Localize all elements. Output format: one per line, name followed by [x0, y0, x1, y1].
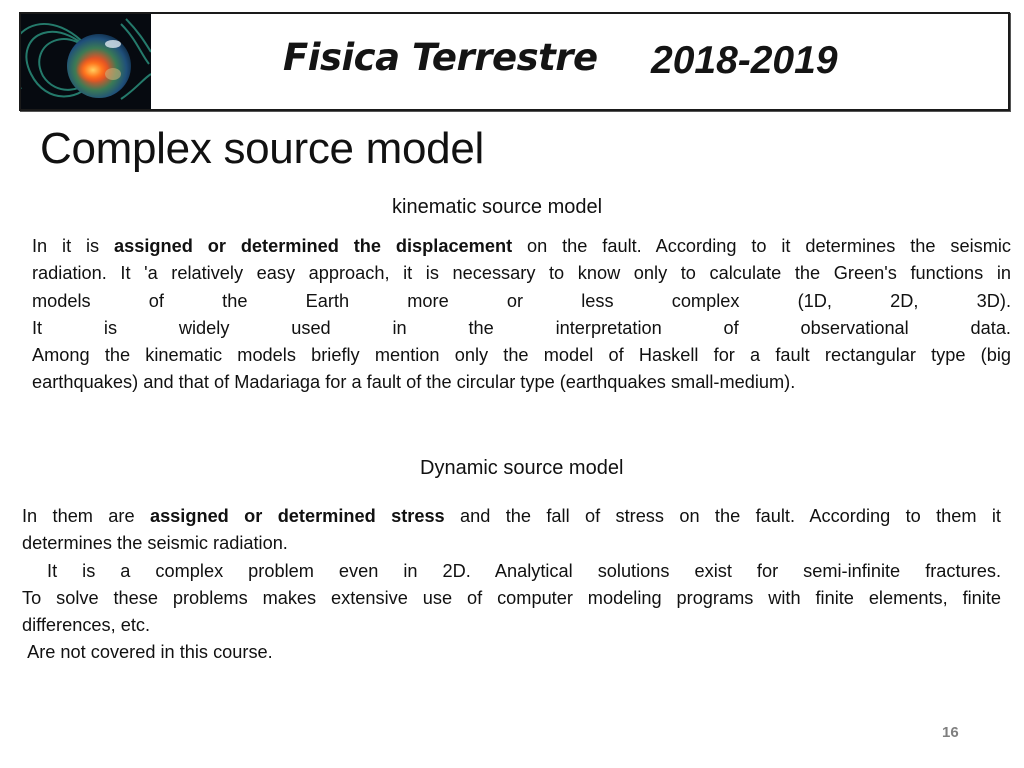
kinematic-line: It is widely used in the interpretation … — [32, 317, 1011, 338]
course-banner: Fisica Terrestre 2018-2019 — [19, 12, 1010, 111]
bold-text-run: assigned or determined the displacement — [114, 236, 513, 256]
kinematic-line: Among the kinematic models briefly menti… — [32, 345, 1011, 366]
kinematic-heading: kinematic source model — [392, 196, 603, 218]
bold-text-run: assigned or determined stress — [149, 506, 445, 526]
dynamic-line: differences, etc. — [22, 615, 151, 636]
dynamic-heading: Dynamic source model — [420, 457, 624, 479]
slide-title: Complex source model — [40, 124, 484, 173]
text-run: on the fault. According to it determines… — [512, 236, 1012, 256]
dynamic-paragraph: In them are assigned or determined stres… — [22, 503, 1001, 667]
earth-magnetosphere-image — [21, 14, 151, 109]
course-title: Fisica Terrestre — [283, 36, 598, 79]
text-run: and the fall of stress on the fault. Acc… — [444, 506, 1001, 526]
dynamic-line: determines the seismic radiation. — [22, 533, 288, 554]
kinematic-line: models of the Earth more or less complex… — [32, 290, 1011, 311]
academic-year: 2018-2019 — [651, 39, 838, 82]
dynamic-line: In them are assigned or determined stres… — [22, 503, 1001, 530]
text-run: In it is — [32, 236, 115, 256]
kinematic-line: In it is assigned or determined the disp… — [32, 233, 1011, 260]
text-run: In them are — [22, 506, 150, 526]
kinematic-paragraph: In it is assigned or determined the disp… — [32, 233, 1011, 397]
dynamic-line: It is a complex problem even in 2D. Anal… — [22, 560, 1001, 581]
earth-magnetosphere-illustration — [21, 14, 151, 109]
page-number: 16 — [942, 724, 959, 741]
kinematic-line: earthquakes) and that of Madariaga for a… — [32, 372, 796, 393]
dynamic-line: To solve these problems makes extensive … — [22, 587, 1001, 608]
kinematic-line: radiation. It 'a relatively easy approac… — [32, 263, 1011, 284]
dynamic-line: Are not covered in this course. — [22, 642, 273, 663]
